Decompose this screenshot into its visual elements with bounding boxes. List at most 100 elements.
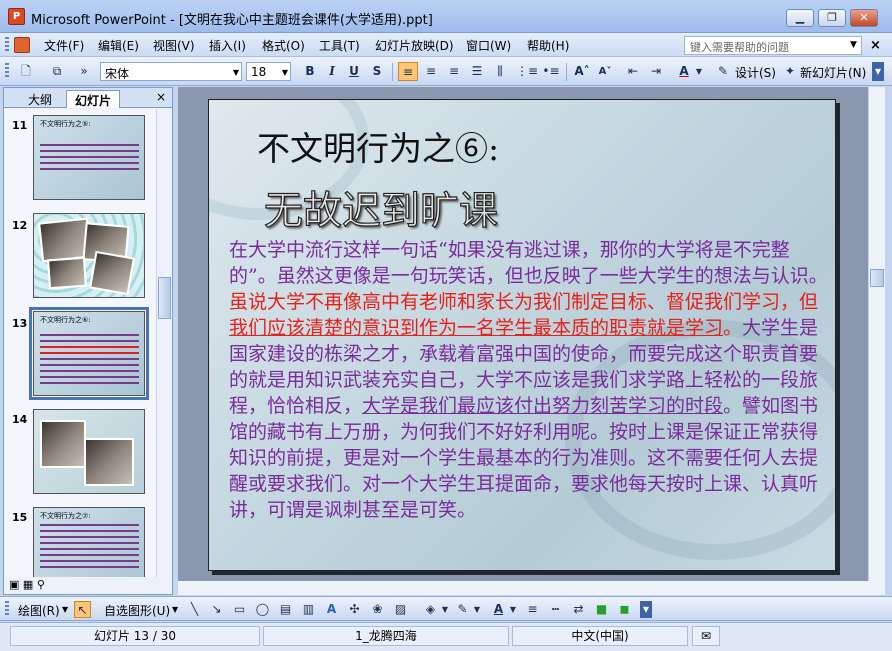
menu-view[interactable]: 视图(V) [153, 37, 195, 54]
3d-style-icon[interactable]: ◼ [616, 601, 633, 618]
decrease-indent-icon[interactable]: ⇤ [623, 62, 643, 81]
close-icon[interactable]: × [156, 90, 166, 104]
autoshapes-menu[interactable]: 自选图形(U) [104, 602, 170, 619]
line-icon[interactable]: ╲ [186, 601, 203, 618]
scrollbar-thumb[interactable] [158, 277, 171, 319]
grip-icon[interactable] [5, 601, 9, 617]
new-slide-button[interactable]: 新幻灯片(N) [800, 64, 866, 81]
slide-sorter-icon[interactable]: ▦ [23, 578, 33, 591]
vertical-textbox-icon[interactable]: ▥ [300, 601, 317, 618]
powerpoint-icon[interactable]: P [8, 8, 25, 25]
document-icon[interactable] [14, 37, 30, 53]
menu-slideshow[interactable]: 幻灯片放映(D) [375, 37, 454, 54]
close-button[interactable]: ✕ [850, 9, 878, 27]
slide-body-text[interactable]: 在大学中流行这样一句话“如果没有逃过课，那你的大学将是不完整的”。虽然这更像是一… [229, 237, 829, 523]
slide-thumbnail-12[interactable] [33, 213, 145, 298]
design-template-status: 1_龙腾四海 [263, 626, 509, 646]
toolbar-options-icon[interactable]: ▾ [872, 62, 884, 81]
chevron-down-icon[interactable]: ▼ [472, 601, 482, 618]
align-left-icon[interactable]: ≡ [398, 62, 418, 81]
arrow-icon[interactable]: ↘ [208, 601, 225, 618]
slide-canvas[interactable]: 不文明行为之⑥: 无故迟到旷课 在大学中流行这样一句话“如果没有逃过课，那你的大… [208, 99, 836, 571]
slide-thumbnail-11[interactable]: 不文明行为之⑤: [33, 115, 145, 200]
align-center-icon[interactable]: ≡ [421, 62, 441, 81]
thumbnail-list[interactable]: 11 不文明行为之⑤: 12 13 不文明行为之⑥: 14 15 不文明行为之⑦… [4, 109, 156, 577]
font-name-value: 宋体 [105, 67, 130, 81]
increase-indent-icon[interactable]: ⇥ [646, 62, 666, 81]
minimize-button[interactable]: ▁ [786, 9, 814, 27]
slide-thumbnail-13[interactable]: 不文明行为之⑥: [29, 307, 149, 400]
chevron-down-icon[interactable]: ▼ [172, 605, 178, 614]
fill-color-icon[interactable]: ◈ [422, 601, 439, 618]
menu-tools[interactable]: 工具(T) [319, 37, 360, 54]
font-size-select[interactable]: 18 ▼ [246, 62, 291, 81]
menu-format[interactable]: 格式(O) [262, 37, 305, 54]
shadow-style-icon[interactable]: ■ [593, 601, 610, 618]
thumbnail-scrollbar[interactable] [156, 109, 172, 577]
toolbar-options-icon[interactable]: » [78, 62, 90, 81]
line-color-icon[interactable]: ✎ [454, 601, 471, 618]
increase-font-icon[interactable]: A˄ [572, 62, 592, 81]
menu-file[interactable]: 文件(F) [44, 37, 84, 54]
new-slide-icon[interactable]: ✦ [780, 62, 800, 81]
font-name-select[interactable]: 宋体 ▼ [100, 62, 242, 81]
toolbar-options-icon[interactable]: ▾ [640, 601, 652, 618]
slides-pane: 大纲 幻灯片 × 11 不文明行为之⑤: 12 13 不文明行为之⑥: 14 1… [3, 87, 173, 595]
copy-icon[interactable]: ⧉ [47, 62, 67, 81]
bullet-list-icon[interactable]: •≡ [541, 62, 561, 81]
menu-insert[interactable]: 插入(I) [209, 37, 246, 54]
font-color-icon[interactable]: A [674, 62, 694, 81]
shadow-button[interactable]: S [367, 62, 387, 81]
chevron-down-icon[interactable]: ▼ [850, 40, 857, 50]
wordart-icon[interactable]: A [323, 601, 340, 618]
normal-view-icon[interactable]: ▣ [9, 578, 19, 591]
grip-icon[interactable] [5, 63, 9, 79]
italic-button[interactable]: I [322, 62, 342, 81]
slide-subtitle[interactable]: 无故迟到旷课 [263, 180, 498, 236]
clipart-icon[interactable]: ❀ [369, 601, 386, 618]
design-icon[interactable]: ✎ [713, 62, 733, 81]
scrollbar-thumb[interactable] [870, 269, 884, 287]
draw-menu[interactable]: 绘图(R) [18, 602, 60, 619]
tab-slides[interactable]: 幻灯片 [66, 90, 121, 108]
slide-editing-area[interactable]: 不文明行为之⑥: 无故迟到旷课 在大学中流行这样一句话“如果没有逃过课，那你的大… [178, 87, 868, 581]
chevron-down-icon[interactable]: ▼ [62, 605, 68, 614]
oval-icon[interactable]: ◯ [254, 601, 271, 618]
menu-help[interactable]: 帮助(H) [527, 37, 569, 54]
slide-thumbnail-15[interactable]: 不文明行为之⑦: [33, 507, 145, 577]
align-right-icon[interactable]: ≡ [444, 62, 464, 81]
select-pointer-icon[interactable]: ↖ [74, 601, 91, 618]
restore-button[interactable]: ❐ [818, 9, 846, 27]
line-style-icon[interactable]: ≡ [524, 601, 541, 618]
design-button[interactable]: 设计(S) [735, 64, 776, 81]
diagram-icon[interactable]: ✣ [346, 601, 363, 618]
new-document-icon[interactable]: 🗋 [16, 62, 36, 81]
underline-button[interactable]: U [344, 62, 364, 81]
decrease-font-icon[interactable]: A˅ [595, 62, 615, 81]
bold-button[interactable]: B [300, 62, 320, 81]
arrow-style-icon[interactable]: ⇄ [570, 601, 587, 618]
spelling-check-icon[interactable]: ✉ [692, 626, 720, 646]
slideshow-icon[interactable]: ⚲ [37, 578, 45, 591]
picture-icon[interactable]: ▨ [392, 601, 409, 618]
rectangle-icon[interactable]: ▭ [231, 601, 248, 618]
slide-title[interactable]: 不文明行为之⑥: [257, 122, 499, 170]
document-close-icon[interactable]: × [870, 38, 881, 53]
font-color-icon[interactable]: A [490, 601, 507, 618]
textbox-icon[interactable]: ▤ [277, 601, 294, 618]
dash-style-icon[interactable]: ┅ [547, 601, 564, 618]
tab-outline[interactable]: 大纲 [20, 90, 60, 108]
slide-thumbnail-14[interactable] [33, 409, 145, 494]
distribute-icon[interactable]: ⫼ [490, 62, 510, 81]
chevron-down-icon[interactable]: ▼ [440, 601, 450, 618]
help-search-input[interactable]: 键入需要帮助的问题 [684, 36, 862, 55]
numbered-list-icon[interactable]: ⋮≡ [516, 62, 538, 81]
editor-vertical-scrollbar[interactable] [868, 87, 885, 581]
editor-horizontal-scrollbar[interactable] [178, 581, 885, 595]
chevron-down-icon[interactable]: ▼ [508, 601, 518, 618]
grip-icon[interactable] [5, 37, 9, 53]
menu-edit[interactable]: 编辑(E) [98, 37, 139, 54]
justify-icon[interactable]: ☰ [467, 62, 487, 81]
chevron-down-icon[interactable]: ▼ [694, 62, 704, 81]
menu-window[interactable]: 窗口(W) [466, 37, 511, 54]
